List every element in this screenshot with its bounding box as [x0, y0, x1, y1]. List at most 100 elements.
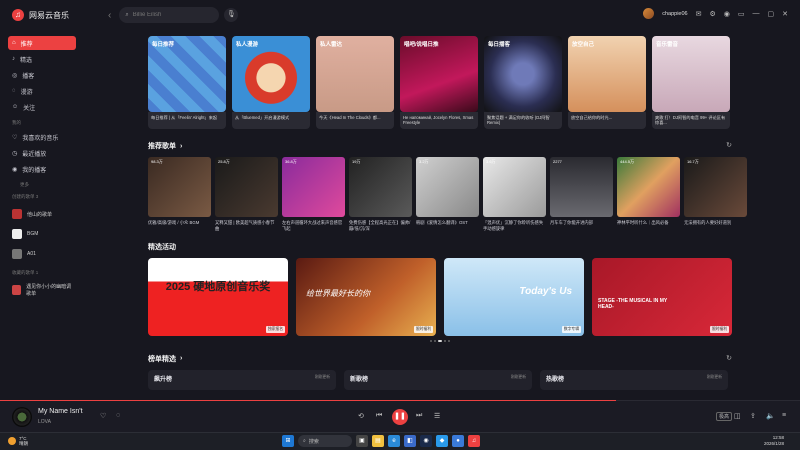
playlist-cover: 3.2万 [416, 157, 479, 217]
search-box[interactable]: ⌕ [119, 7, 220, 23]
back-arrow-icon[interactable]: ‹ [108, 10, 111, 21]
next-icon[interactable]: ⏭ [416, 412, 422, 420]
task-view-icon[interactable]: ▣ [356, 435, 368, 447]
file-explorer-icon[interactable]: ▤ [372, 435, 384, 447]
quality-badge[interactable]: 极高 [716, 412, 733, 421]
feature-card[interactable]: 每日播客 聚焦话题 + 满足你的收听 (DJ阿智 Remix) [484, 36, 562, 129]
playlist-cover: 2277 [550, 157, 613, 217]
store-icon[interactable]: ◧ [404, 435, 416, 447]
playlist-thumb [12, 285, 22, 295]
sidebar-more[interactable]: 更多 [20, 182, 76, 188]
app-icon[interactable]: ◆ [436, 435, 448, 447]
refresh-icon[interactable]: ↻ [726, 141, 732, 149]
playlist-card[interactable]: 16.7万 无法拥有的人要好好道别 [684, 157, 747, 232]
skin-icon[interactable]: ◉ [724, 10, 730, 18]
section-title[interactable]: 榜单精选 › [148, 354, 732, 364]
minimize-icon[interactable]: — [753, 10, 760, 17]
edge-icon[interactable]: e [388, 435, 400, 447]
carousel-dots[interactable] [148, 339, 732, 342]
loop-icon[interactable]: ⟲ [358, 412, 364, 420]
clock-icon: ◷ [12, 150, 18, 157]
gear-icon[interactable]: ⚙ [709, 10, 715, 18]
close-icon[interactable]: ✕ [782, 10, 788, 18]
activity-banner[interactable]: STAGE -THE MUSICAL IN MY HEAD- 限时福利 [592, 257, 732, 336]
progress-fill [0, 400, 616, 401]
ranking-card[interactable]: 飙升榜 刚刚更新 [148, 369, 336, 390]
podcast-icon: ◎ [12, 72, 18, 79]
window-controls: chappie06 ✉ ⚙ ◉ ▭ — ▢ ✕ [643, 8, 788, 19]
sidebar-item-liked[interactable]: ♡ 我喜欢的音乐 [8, 130, 76, 144]
volume-icon[interactable]: 🔈 [766, 412, 775, 420]
artist-name[interactable]: LOVA [38, 419, 51, 425]
sidebar-playlist-item[interactable]: A01 [8, 244, 76, 264]
sidebar-item-my-podcast[interactable]: ◉ 我的播客 [8, 162, 76, 176]
playlist-card[interactable]: 25.8万 又释又甜 | 欧美超气质感小春节曲 [215, 157, 278, 232]
sidebar-item-follow[interactable]: ☺ 关注 [8, 100, 76, 114]
playlist-cover: 16.7万 [684, 157, 747, 217]
ranking-list: 飙升榜 刚刚更新 新歌榜 刚刚更新 热歌榜 刚刚更新 [148, 369, 732, 390]
username[interactable]: chappie06 [662, 11, 687, 17]
song-title[interactable]: My Name Isn't [38, 408, 83, 415]
system-clock[interactable]: 12:58 2026/1/28 [764, 435, 784, 447]
search-input[interactable] [132, 12, 213, 18]
taskbar-search[interactable]: ⌕ 搜索 [298, 435, 352, 447]
ranking-card[interactable]: 新歌榜 刚刚更新 [344, 369, 532, 390]
netease-music-icon[interactable]: ♫ [468, 435, 480, 447]
sidebar-item-selected[interactable]: ♪ 精选 [8, 52, 76, 66]
section-title[interactable]: 精选活动 [148, 242, 732, 252]
album-cover[interactable] [12, 407, 32, 427]
feature-card[interactable]: 放空自己 放空自己给你的时光... [568, 36, 646, 129]
mail-icon[interactable]: ✉ [696, 10, 702, 18]
section-title[interactable]: 推荐歌单 › [148, 141, 732, 151]
maximize-icon[interactable]: ▢ [768, 10, 775, 18]
playlist-queue-icon[interactable]: ☰ [434, 412, 440, 420]
sidebar-item-recommend[interactable]: ⌂ 推荐 [8, 36, 76, 50]
sidebar-section-collected[interactable]: 收藏的歌单 1 [12, 270, 76, 276]
sidebar-playlist-item[interactable]: BGM [8, 224, 76, 244]
sidebar-section-created[interactable]: 创建的歌单 3 [12, 194, 76, 200]
main-content: 每日推荐 每日推荐 | 从「Feelin' Alright」来起 私人漫游 从「Bl… [148, 36, 747, 390]
refresh-icon[interactable]: ↻ [726, 354, 732, 362]
playlist-card[interactable]: 98.3万 优雅/高级/游戏 / 小众 BGM [148, 157, 211, 232]
playlist-card[interactable]: 36.8万 左右声道循环大战过来声音感官飞起 [282, 157, 345, 232]
prev-icon[interactable]: ⏮ [376, 412, 382, 420]
sidebar-playlist-item[interactable]: 遇见你小小的幽暗调歌单 [8, 280, 76, 300]
share-icon[interactable]: ⇪ [750, 412, 756, 420]
qq-icon[interactable]: ● [452, 435, 464, 447]
sidebar-item-recent[interactable]: ◷ 最近播放 [8, 146, 76, 160]
top-bar: ♫ 网易云音乐 ‹ ⌕ 🎙 chappie06 ✉ ⚙ ◉ ▭ — ▢ ✕ [0, 0, 800, 30]
activity-banner[interactable]: 给世界最好长的你 限时福利 [296, 257, 436, 336]
sidebar-item-podcast[interactable]: ◎ 播客 [8, 68, 76, 82]
pause-button[interactable]: ❚❚ [392, 409, 408, 425]
playlist-card[interactable]: 19万 免费伤感【全程高光正在】偏帅/蹦/低/沉/深 [349, 157, 412, 232]
activity-banner[interactable]: Today's Us 数字专辑 [444, 257, 584, 336]
windows-start-icon[interactable]: ⊞ [282, 435, 294, 447]
queue-list-icon[interactable]: ≡ [782, 412, 786, 419]
feature-card[interactable]: 每日推荐 每日推荐 | 从「Feelin' Alright」来起 [148, 36, 226, 129]
comment-icon[interactable]: ◌ [116, 412, 120, 419]
roam-icon: ◌ [12, 88, 16, 94]
effect-icon[interactable]: ◫ [734, 412, 741, 420]
playlist-card[interactable]: 3.2万 韩剧《爱情怎么翻译》OST [416, 157, 479, 232]
steam-icon[interactable]: ◉ [420, 435, 432, 447]
feature-card[interactable]: 私人雷达 今天《Head In The Clouds》都... [316, 36, 394, 129]
playlist-card[interactable]: 444.5万 神林平时听什么｜出风必备 [617, 157, 680, 232]
sidebar-item-roam[interactable]: ◌ 漫游 [8, 84, 76, 98]
feature-card[interactable]: 私人漫游 从「Bluemed」开启漫游模式 [232, 36, 310, 129]
playlist-card[interactable]: 3.6万 「混声优」沉静了你聆听伤感失手动感旋律 [483, 157, 546, 232]
card-image: 每日播客 [484, 36, 562, 112]
activity-banner[interactable]: 2025 硬地原创音乐奖 独家报名 [148, 257, 288, 336]
sidebar-playlist-item[interactable]: 他山的歌单 [8, 204, 76, 224]
mini-mode-icon[interactable]: ▭ [738, 10, 745, 18]
mic-icon[interactable]: 🎙 [224, 8, 239, 22]
music-icon: ♪ [12, 56, 15, 62]
feature-card[interactable]: 唱吧/说唱日推 Не напоминай, Jocelyn Flores, Xma… [400, 36, 478, 129]
like-icon[interactable]: ♡ [100, 412, 106, 420]
app-logo[interactable]: ♫ 网易云音乐 [12, 9, 102, 21]
avatar[interactable] [643, 8, 655, 19]
playlist-card[interactable]: 2277 月车车了你能开进内部 [550, 157, 613, 232]
progress-bar[interactable] [0, 400, 800, 401]
weather-widget[interactable]: 7°C 晴朗 [8, 436, 28, 447]
ranking-card[interactable]: 热歌榜 刚刚更新 [540, 369, 728, 390]
feature-card[interactable]: 音乐雷音 爽歌 打！DJ阿智的电音 99+ 评论区有惊喜... [652, 36, 730, 129]
